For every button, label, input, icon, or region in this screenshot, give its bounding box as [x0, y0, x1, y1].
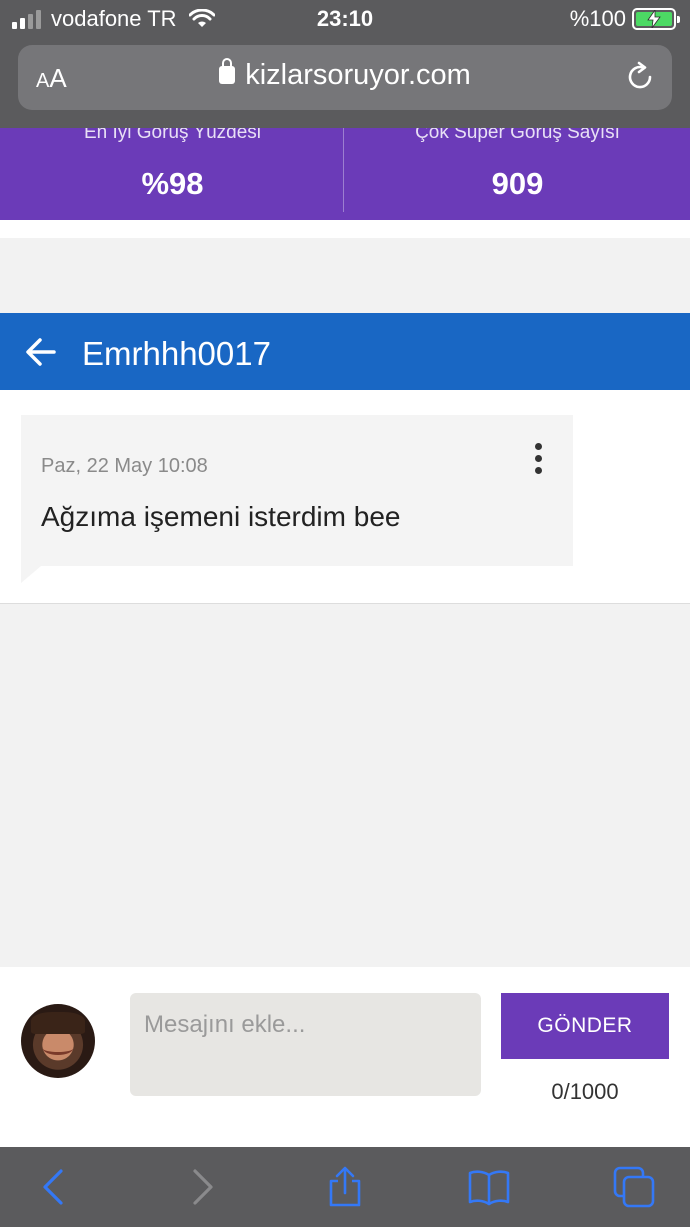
stat-super-opinion-count: Çok Süper Görüş Sayısı 909	[345, 122, 690, 220]
message-bubble-tail	[21, 566, 41, 583]
stat-best-opinion-percent: En İyi Görüş Yüzdesi %98	[0, 122, 345, 220]
stat-value: %98	[141, 166, 204, 201]
message-input[interactable]	[130, 993, 481, 1096]
message-text: Ağzıma işemeni isterdim bee	[41, 501, 401, 532]
browser-top-chrome: vodafone TR 23:10 %100 AA kizlarsoruyor.…	[0, 0, 690, 128]
message-time: Paz, 22 May 10:08	[41, 455, 208, 477]
more-vert-icon[interactable]	[535, 443, 543, 475]
back-arrow-icon[interactable]	[24, 335, 58, 369]
bookmarks-icon[interactable]	[467, 1165, 511, 1209]
message-list: Paz, 22 May 10:08 Ağzıma işemeni isterdi…	[0, 390, 690, 604]
stat-value: 909	[491, 166, 544, 201]
chevron-right-icon[interactable]	[180, 1165, 224, 1209]
message-bubble: Paz, 22 May 10:08 Ağzıma işemeni isterdi…	[21, 415, 573, 566]
chevron-left-icon[interactable]	[32, 1165, 76, 1209]
message-composer: GÖNDER 0/1000	[0, 967, 690, 1147]
share-icon[interactable]	[323, 1165, 367, 1209]
lock-icon	[219, 58, 236, 84]
divider-strip	[0, 220, 690, 238]
send-button[interactable]: GÖNDER	[501, 993, 669, 1059]
browser-toolbar	[0, 1147, 690, 1227]
status-right: %100	[569, 6, 680, 32]
conversation-title[interactable]: Emrhhh0017	[82, 335, 271, 373]
url-text: kizlarsoruyor.com	[245, 59, 471, 91]
profile-stats: En İyi Görüş Yüzdesi %98 Çok Süper Görüş…	[0, 122, 690, 220]
avatar	[21, 1004, 95, 1078]
battery-icon	[632, 8, 680, 30]
stat-divider	[343, 128, 344, 212]
address-bar[interactable]: AA kizlarsoruyor.com	[18, 45, 672, 110]
battery-percent: %100	[569, 6, 626, 31]
conversation-header: Emrhhh0017	[0, 313, 690, 390]
url-display[interactable]: kizlarsoruyor.com	[18, 58, 672, 92]
reload-icon[interactable]	[624, 61, 656, 93]
character-counter: 0/1000	[551, 1079, 619, 1104]
status-bar: vodafone TR 23:10 %100	[0, 0, 690, 40]
tabs-icon[interactable]	[612, 1165, 656, 1209]
